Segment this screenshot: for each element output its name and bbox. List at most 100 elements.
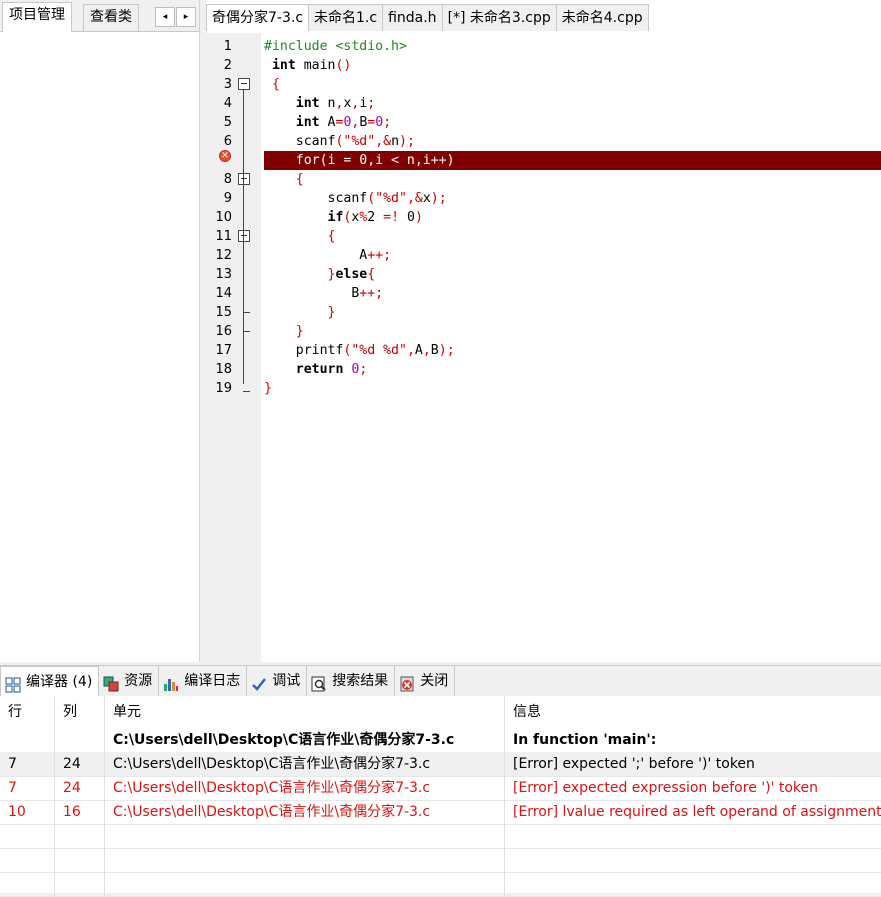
code-line[interactable]: int n,x,i; [264, 94, 881, 113]
compiler-messages-panel: 行 列 单元 信息 C:\Users\dell\Desktop\C语言作业\奇偶… [0, 696, 881, 897]
code-token: 0 [375, 115, 384, 130]
message-row[interactable]: 10 16 C:\Users\dell\Desktop\C语言作业\奇偶分家7-3.… [0, 800, 881, 825]
fold-end-tick [243, 391, 250, 392]
fold-toggle-icon[interactable] [238, 78, 250, 90]
code-line[interactable]: int main() [264, 56, 881, 75]
fold-toggle-icon[interactable] [238, 173, 250, 185]
close-icon [399, 673, 415, 692]
scroll-left-icon[interactable]: ◂ [155, 7, 175, 27]
message-row[interactable]: C:\Users\dell\Desktop\C语言作业\奇偶分家7-3.c In … [0, 728, 881, 753]
fold-toggle-icon[interactable] [238, 230, 250, 242]
line-number: 6 [223, 134, 232, 149]
code-line[interactable]: return 0; [264, 360, 881, 379]
code-line[interactable]: #include <stdio.h> [264, 37, 881, 56]
code-line[interactable]: A++; [264, 246, 881, 265]
code-line[interactable]: int A=0,B=0; [264, 113, 881, 132]
code-token: "%d" [343, 134, 376, 149]
code-line[interactable]: if(x%2 =! 0) [264, 208, 881, 227]
code-token: =! [383, 210, 400, 225]
message-row[interactable]: 7 24 C:\Users\dell\Desktop\C语言作业\奇偶分家7-3.c… [0, 752, 881, 777]
tab-close[interactable]: 关闭 [395, 666, 456, 696]
code-line[interactable]: scanf("%d",&x); [264, 189, 881, 208]
code-token: ) [414, 210, 423, 225]
file-tab-5[interactable]: 未命名4.cpp [555, 4, 649, 31]
code-token: ; [383, 115, 392, 130]
code-line[interactable]: printf("%d %d",A,B); [264, 341, 881, 360]
line-number: 14 [215, 286, 232, 301]
tab-search-results-label: 搜索结果 [332, 673, 389, 689]
code-token: 0 [399, 210, 415, 225]
line-number: 17 [215, 343, 232, 358]
code-line[interactable]: { [264, 75, 881, 94]
code-token: ); [438, 343, 455, 358]
code-token: { [367, 267, 376, 282]
code-token: if [327, 210, 344, 225]
code-token: ,& [406, 191, 423, 206]
error-marker-icon[interactable]: ✕ [219, 150, 231, 162]
line-number: 11 [215, 229, 232, 244]
check-icon [251, 673, 267, 691]
code-token: ; [359, 362, 368, 377]
file-tab-4[interactable]: [*] 未命名3.cpp [441, 4, 557, 31]
chart-icon [163, 673, 179, 691]
line-number: 5 [223, 115, 232, 130]
message-row[interactable]: 7 24 C:\Users\dell\Desktop\C语言作业\奇偶分家7-3.c… [0, 776, 881, 801]
project-panel: 项目管理 查看类 ◂ ▸ [0, 0, 200, 662]
search-icon [311, 673, 327, 692]
code-token: int [295, 96, 320, 111]
code-line[interactable]: for(i = 0,i < n,i++) [264, 151, 881, 170]
code-line[interactable]: scanf("%d",&n); [264, 132, 881, 151]
code-line[interactable]: B++; [264, 284, 881, 303]
header-column[interactable]: 列 [55, 696, 105, 728]
code-editor[interactable]: #include <stdio.h> int main() { int n,x,… [261, 33, 881, 662]
tab-scroll-buttons: ◂ ▸ [155, 7, 197, 27]
tab-compiler[interactable]: 编译器 (4) [0, 666, 100, 697]
line-number: 13 [215, 267, 232, 282]
code-token: main [295, 58, 336, 73]
line-number: 12 [215, 248, 232, 263]
code-line[interactable]: }else{ [264, 265, 881, 284]
header-line[interactable]: 行 [0, 696, 55, 728]
message-unit: C:\Users\dell\Desktop\C语言作业\奇偶分家7-3.c [105, 752, 505, 776]
tab-compile-log[interactable]: 编译日志 [159, 666, 248, 696]
code-token: ( [367, 191, 376, 206]
header-info[interactable]: 信息 [505, 696, 881, 728]
code-line[interactable]: { [264, 170, 881, 189]
code-line[interactable]: } [264, 379, 881, 398]
tab-search-results[interactable]: 搜索结果 [307, 666, 396, 696]
tab-project-manager[interactable]: 项目管理 [2, 2, 72, 32]
code-token: else [335, 267, 368, 282]
code-token: scanf [264, 191, 368, 206]
line-number: 18 [215, 362, 232, 377]
header-unit[interactable]: 单元 [105, 696, 505, 728]
line-number: 9 [223, 191, 232, 206]
file-tab-3[interactable]: finda.h [382, 4, 443, 31]
file-tab-1[interactable]: 奇偶分家7-3.c [206, 4, 310, 31]
message-line: 10 [0, 800, 55, 824]
project-panel-tabs: 项目管理 查看类 ◂ ▸ [0, 0, 199, 32]
tab-resources[interactable]: 资源 [99, 666, 160, 696]
empty-row [0, 848, 881, 873]
code-line[interactable]: } [264, 303, 881, 322]
message-line: 7 [0, 776, 55, 800]
tab-compiler-label: 编译器 (4) [26, 674, 93, 690]
code-token: ++; [367, 248, 392, 263]
fold-guide [243, 90, 244, 384]
code-line[interactable]: } [264, 322, 881, 341]
code-line[interactable]: { [264, 227, 881, 246]
code-token: printf [264, 343, 344, 358]
fold-end-tick [243, 331, 250, 332]
message-col: 24 [55, 776, 105, 800]
tab-debug[interactable]: 调试 [247, 666, 308, 696]
code-token: "%d %d" [351, 343, 407, 358]
message-unit: C:\Users\dell\Desktop\C语言作业\奇偶分家7-3.c [105, 800, 505, 824]
scroll-right-icon[interactable]: ▸ [176, 7, 196, 27]
tab-class-view[interactable]: 查看类 [83, 4, 139, 31]
file-tab-2[interactable]: 未命名1.c [308, 4, 384, 31]
code-token: "%d" [375, 191, 407, 206]
code-token: { [327, 229, 336, 244]
line-number: 2 [223, 58, 232, 73]
